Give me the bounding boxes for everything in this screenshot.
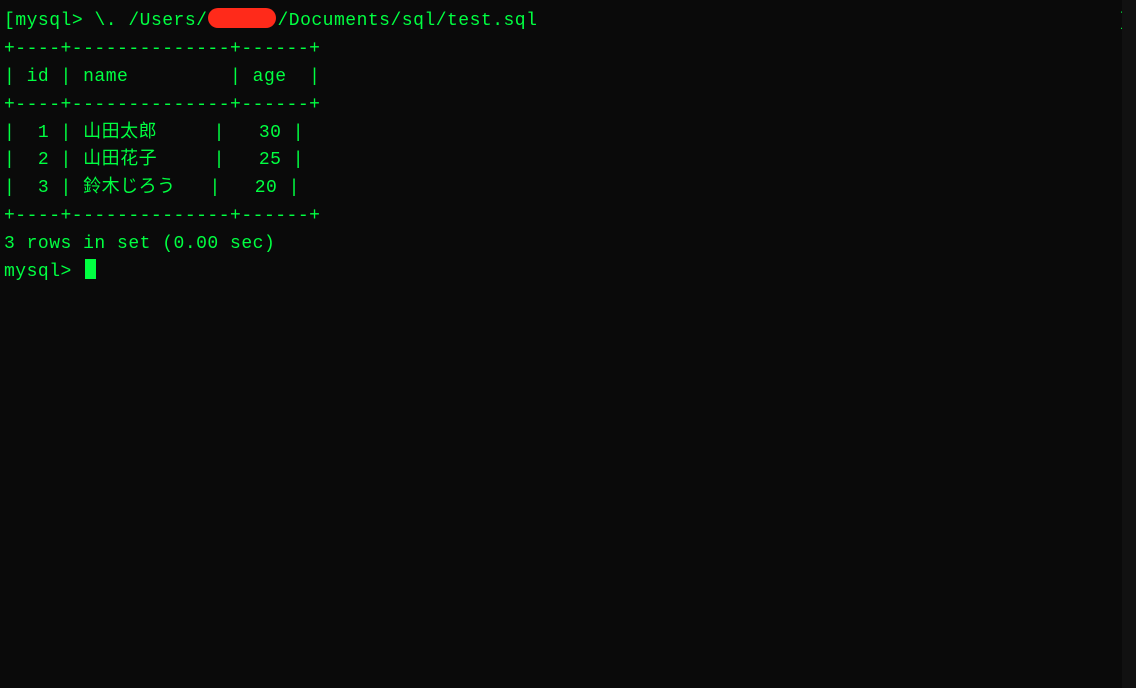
prompt: mysql> <box>4 262 83 282</box>
prompt: mysql> <box>15 11 83 31</box>
table-border-bottom: +----+--------------+------+ <box>4 203 1132 231</box>
cursor-icon <box>85 259 96 279</box>
path-suffix: /Documents/sql/test.sql <box>277 11 537 31</box>
table-row: | 3 | 鈴木じろう | 20 | <box>4 175 1132 203</box>
scrollbar[interactable] <box>1122 0 1136 688</box>
source-command: \. <box>94 11 117 31</box>
path-prefix: /Users/ <box>117 11 207 31</box>
table-row: | 2 | 山田花子 | 25 | <box>4 147 1132 175</box>
table-row: | 1 | 山田太郎 | 30 | <box>4 120 1132 148</box>
table-header: | id | name | age | <box>4 64 1132 92</box>
open-bracket: [ <box>4 11 15 31</box>
table-border-mid: +----+--------------+------+ <box>4 92 1132 120</box>
table-border-top: +----+--------------+------+ <box>4 36 1132 64</box>
status-line: 3 rows in set (0.00 sec) <box>4 231 1132 259</box>
prompt-line[interactable]: mysql> <box>4 259 1132 287</box>
redacted-username <box>208 8 276 28</box>
command-line: [mysql> \. /Users/ /Documents/sql/test.sq… <box>4 8 1132 36</box>
